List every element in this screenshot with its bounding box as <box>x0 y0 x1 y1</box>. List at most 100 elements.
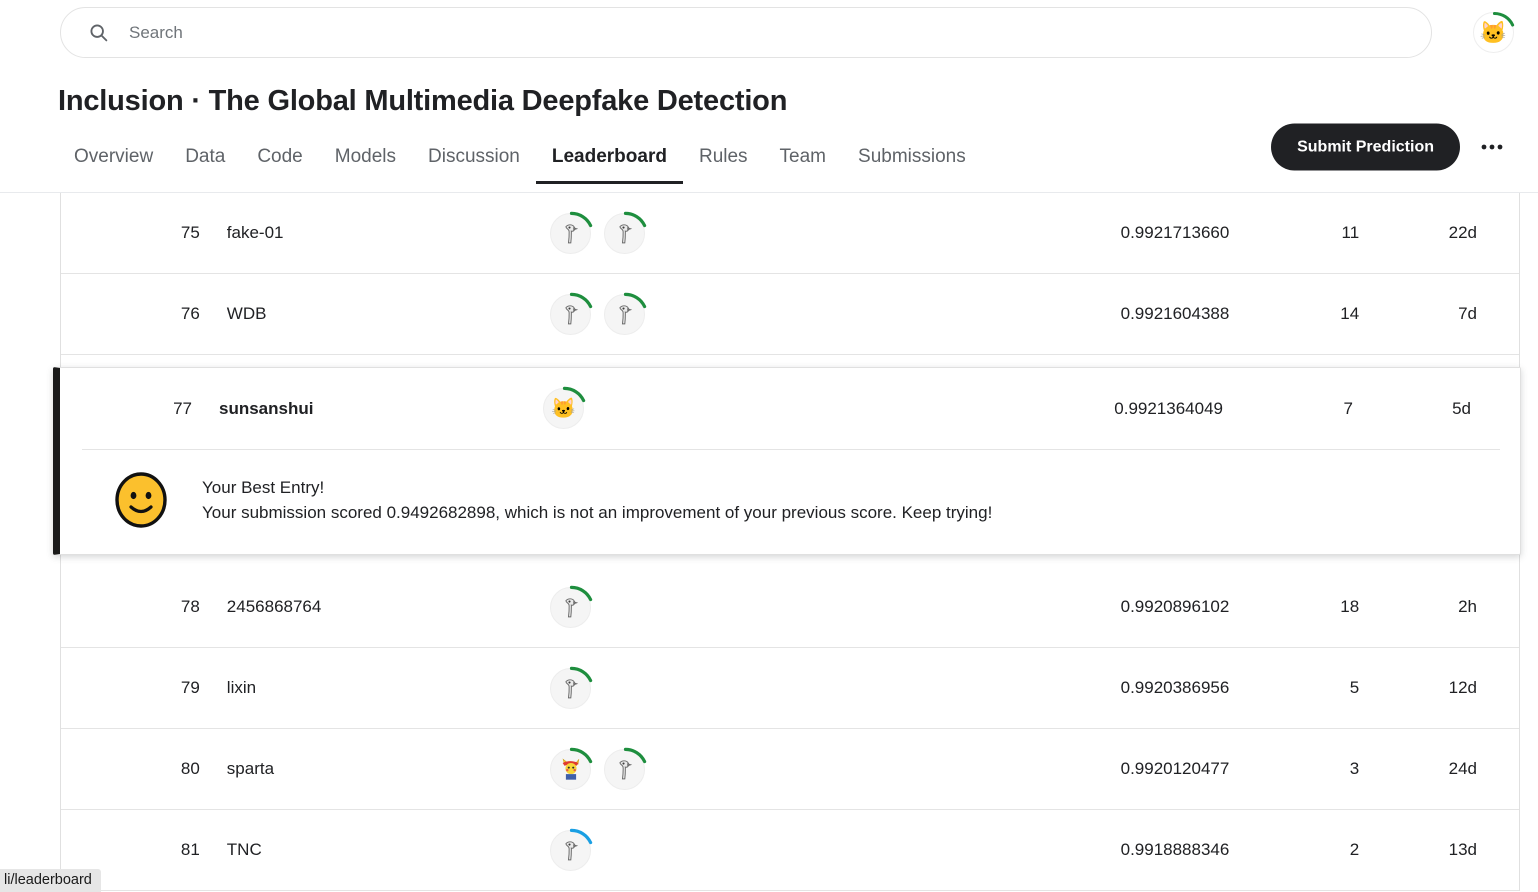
tab-discussion[interactable]: Discussion <box>412 146 536 184</box>
competition-header: Inclusion · The Global Multimedia Deepfa… <box>0 66 1538 193</box>
team-name-cell[interactable]: sunsanshui <box>213 399 543 419</box>
avatar-progress-ring <box>624 292 647 308</box>
tab-data[interactable]: Data <box>169 146 241 184</box>
team-avatar[interactable] <box>550 747 593 790</box>
score-cell: 0.9918888346 <box>1120 840 1230 859</box>
your-entry-card[interactable]: 77 sunsanshui 🐱 0.9921364049 7 5d Your B… <box>53 367 1521 555</box>
rank-cell: 79 <box>180 678 200 697</box>
team-avatars-cell: 🐱 <box>543 386 963 429</box>
team-avatars-cell <box>550 666 969 709</box>
last-submission-cell: 22d <box>1448 223 1478 242</box>
team-avatar[interactable] <box>550 292 593 335</box>
leaderboard-table: 75 fake-01 0.9921713660 11 22d 76 WDB 0.… <box>53 193 1521 891</box>
entries-cell: 18 <box>1340 597 1360 616</box>
rank-cell: 80 <box>180 759 200 778</box>
team-avatar[interactable] <box>550 828 593 871</box>
rank-cell: 75 <box>180 223 200 242</box>
smiley-face-icon <box>115 472 167 528</box>
tab-rules[interactable]: Rules <box>683 146 764 184</box>
table-row[interactable]: 81 TNC 0.9918888346 2 13d <box>61 810 1519 891</box>
team-name-cell[interactable]: fake-01 <box>221 223 551 243</box>
rank-cell: 78 <box>180 597 200 616</box>
team-avatar[interactable] <box>604 747 647 790</box>
account-avatar[interactable]: 🐱 <box>1473 11 1515 53</box>
tab-submissions[interactable]: Submissions <box>842 146 982 184</box>
note-text-block: Your Best Entry! Your submission scored … <box>202 475 992 525</box>
rank-cell: 76 <box>180 304 200 323</box>
avatar-progress-ring <box>624 211 647 227</box>
your-entry-note: Your Best Entry! Your submission scored … <box>82 449 1500 554</box>
search-input[interactable] <box>129 22 1431 43</box>
rank-cell: 81 <box>180 840 200 859</box>
last-submission-cell: 5d <box>1452 398 1471 418</box>
tab-code[interactable]: Code <box>241 146 318 184</box>
tab-label: Code <box>257 146 303 167</box>
last-submission-cell: 13d <box>1448 840 1478 859</box>
tab-label: Leaderboard <box>551 146 667 167</box>
team-avatars-cell <box>550 211 969 254</box>
score-cell: 0.9920896102 <box>1120 597 1230 616</box>
entries-cell: 5 <box>1349 678 1360 697</box>
score-cell: 0.9921604388 <box>1120 304 1230 323</box>
entries-cell: 14 <box>1340 304 1360 323</box>
team-name-cell[interactable]: sparta <box>221 759 551 779</box>
tab-label: Team <box>779 146 827 167</box>
table-row[interactable]: 80 sparta 0.9920120477 3 24d <box>61 729 1519 810</box>
search-bar[interactable] <box>60 7 1432 58</box>
table-row[interactable]: 76 WDB 0.9921604388 14 7d <box>61 274 1519 355</box>
table-row[interactable]: 78 2456868764 0.9920896102 18 2h <box>61 567 1519 648</box>
team-avatar[interactable] <box>604 292 647 335</box>
team-avatars-cell <box>550 747 969 790</box>
last-submission-cell: 24d <box>1448 759 1478 778</box>
team-avatar[interactable] <box>604 211 647 254</box>
tab-label: Data <box>185 146 226 167</box>
tab-label: Rules <box>698 146 748 167</box>
tab-team[interactable]: Team <box>764 146 842 184</box>
tab-overview[interactable]: Overview <box>58 146 169 184</box>
table-row[interactable]: 75 fake-01 0.9921713660 11 22d <box>61 193 1519 274</box>
last-submission-cell: 12d <box>1448 678 1478 697</box>
search-icon <box>87 22 109 44</box>
score-cell: 0.9920386956 <box>1120 678 1230 697</box>
note-title: Your Best Entry! <box>202 478 325 497</box>
submit-prediction-button[interactable]: Submit Prediction <box>1271 123 1460 171</box>
score-cell: 0.9921713660 <box>1120 223 1230 242</box>
last-submission-cell: 7d <box>1458 304 1478 323</box>
table-row[interactable]: 79 lixin 0.9920386956 5 12d <box>61 648 1519 729</box>
entries-cell: 3 <box>1349 759 1360 778</box>
avatar-progress-ring <box>570 828 593 844</box>
team-avatar[interactable] <box>550 585 593 628</box>
avatar-progress-ring <box>624 747 647 763</box>
more-options-button[interactable] <box>1474 129 1510 165</box>
avatar-progress-ring <box>570 747 593 763</box>
note-body: Your submission scored 0.9492682898, whi… <box>202 503 993 522</box>
team-name-cell[interactable]: 2456868764 <box>221 597 551 617</box>
page-title: Inclusion · The Global Multimedia Deepfa… <box>58 85 788 117</box>
team-avatars-cell <box>550 292 969 335</box>
team-name-cell[interactable]: WDB <box>221 304 551 324</box>
leaderboard-scroll-area[interactable]: 75 fake-01 0.9921713660 11 22d 76 WDB 0.… <box>0 193 1538 892</box>
competition-tabs: Overview Data Code Models Discussion Lea… <box>58 146 982 184</box>
avatar-progress-ring <box>570 585 593 601</box>
tab-label: Models <box>334 146 396 167</box>
avatar-progress-ring <box>1492 11 1515 27</box>
team-avatar[interactable] <box>550 666 593 709</box>
team-avatar[interactable]: 🐱 <box>543 386 586 429</box>
entries-cell: 2 <box>1349 840 1360 859</box>
team-avatars-cell <box>550 585 969 628</box>
team-avatars-cell <box>550 828 969 871</box>
status-bar-url: li/leaderboard <box>0 869 101 892</box>
tab-label: Discussion <box>428 146 520 167</box>
avatar-progress-ring <box>570 292 593 308</box>
tab-models[interactable]: Models <box>319 146 412 184</box>
tab-leaderboard[interactable]: Leaderboard <box>535 146 683 184</box>
last-submission-cell: 2h <box>1458 597 1478 616</box>
team-avatar[interactable] <box>550 211 593 254</box>
team-name-cell[interactable]: lixin <box>221 678 551 698</box>
team-name-cell[interactable]: TNC <box>221 840 551 860</box>
table-row[interactable]: 77 sunsanshui 🐱 0.9921364049 7 5d <box>60 368 1520 449</box>
tab-label: Submissions <box>858 146 966 167</box>
entries-cell: 7 <box>1343 398 1353 418</box>
top-bar: 🐱 <box>0 0 1538 66</box>
avatar-progress-ring <box>562 386 586 403</box>
